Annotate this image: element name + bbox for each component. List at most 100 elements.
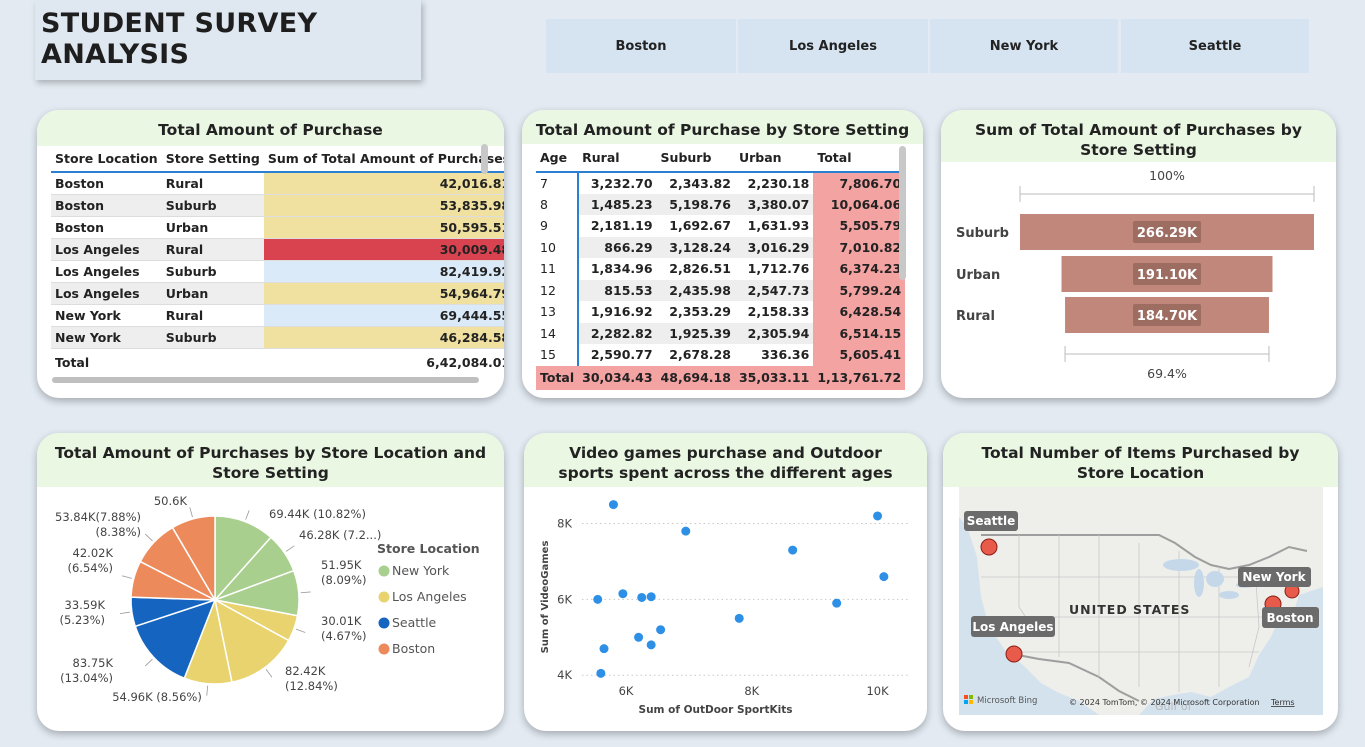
table-row[interactable]: Boston Urban 50,595.51 (51, 216, 504, 238)
map-country-label: UNITED STATES (1069, 602, 1190, 617)
total-value: 1,13,761.72 (813, 365, 906, 390)
scatter-point[interactable] (832, 598, 842, 608)
pie-leader-line (189, 507, 193, 518)
cell-age: 13 (536, 301, 580, 323)
map-terms-link[interactable]: Terms (1270, 698, 1295, 707)
horizontal-scrollbar[interactable] (52, 377, 479, 383)
slicer-new-york[interactable]: New York (930, 19, 1118, 73)
table-row[interactable]: Boston Suburb 53,835.98 (51, 194, 504, 216)
pie-leader-line (300, 591, 311, 594)
table-row[interactable]: 11 1,834.96 2,826.51 1,712.76 6,374.23 (536, 258, 906, 280)
cell-value: 5,198.76 (656, 193, 735, 215)
table-row[interactable]: New York Suburb 46,284.58 (51, 326, 504, 348)
pie-data-label: 30.01K (4.67%) (321, 614, 367, 643)
cell-value: 866.29 (578, 236, 657, 258)
vertical-scrollbar[interactable] (899, 146, 906, 280)
map-marker-los-angeles[interactable] (1005, 645, 1023, 663)
funnel-value-label: 266.29K (1137, 226, 1198, 241)
col-header[interactable]: Sum of Total Amount of Purchases (264, 146, 504, 172)
cell-value: 5,799.24 (813, 279, 906, 301)
pie-leader-line (144, 658, 153, 667)
scatter-point[interactable] (608, 500, 618, 510)
age-matrix: Age Rural Suburb Urban Total 7 3,232.70 2,… (536, 144, 906, 390)
scatter-point[interactable] (618, 589, 628, 599)
pie-leader-line (206, 685, 209, 696)
map-marker-seattle[interactable] (980, 538, 998, 556)
table-row[interactable]: 8 1,485.23 5,198.76 3,380.07 10,064.06 (536, 193, 906, 215)
col-header[interactable]: Rural (578, 144, 656, 172)
col-header[interactable]: Suburb (657, 144, 735, 172)
table-row[interactable]: 15 2,590.77 2,678.28 336.36 5,605.41 (536, 344, 906, 366)
scatter-point[interactable] (599, 644, 609, 654)
scatter-point[interactable] (637, 592, 647, 602)
cell-value: 1,485.23 (578, 193, 657, 215)
table-row[interactable]: New York Rural 69,444.55 (51, 304, 504, 326)
pie-data-label: 82.42K (12.84%) (285, 664, 338, 693)
scatter-point[interactable] (656, 625, 666, 635)
scatter-chart: 8K 6K 4K 6K 8K 10K Sum of OutDoor SportKits Sum… (540, 500, 909, 716)
vertical-scrollbar[interactable] (481, 144, 488, 174)
legend-item[interactable]: Boston (392, 641, 435, 656)
cell-age: 15 (536, 344, 580, 366)
cell-age: 7 (536, 171, 580, 194)
scatter-point[interactable] (734, 613, 744, 623)
table-row[interactable]: 13 1,916.92 2,353.29 2,158.33 6,428.54 (536, 301, 906, 323)
cell-value: 2,181.19 (590, 218, 653, 234)
scatter-point[interactable] (593, 594, 603, 604)
scatter-point[interactable] (879, 572, 889, 582)
col-header[interactable]: Total (813, 144, 905, 172)
table-row[interactable]: Los Angeles Urban 54,964.79 (51, 282, 504, 304)
map-callout-text: New York (1242, 570, 1306, 584)
scatter-point[interactable] (873, 511, 883, 521)
card-map-items: Total Number of Items Purchased by Store… (943, 433, 1338, 731)
cell-store-location: Los Angeles (55, 285, 140, 301)
cell-age: 12 (536, 279, 580, 301)
cell-value: 2,305.94 (734, 322, 814, 344)
purchase-table: Store Location Store Setting Sum of Tota… (51, 146, 504, 371)
cell-value: 7,806.70 (813, 171, 906, 194)
slicer-los-angeles[interactable]: Los Angeles (738, 19, 928, 73)
table-row[interactable]: 10 866.29 3,128.24 3,016.29 7,010.82 (536, 236, 906, 258)
col-header[interactable]: Store Setting (162, 146, 264, 172)
total-value: 48,694.18 (656, 365, 735, 390)
cell-age: 14 (536, 322, 580, 344)
table-row[interactable]: 9 2,181.19 1,692.67 1,631.93 5,505.79 (536, 215, 906, 237)
cell-store-setting: Suburb (165, 329, 217, 345)
scatter-point[interactable] (646, 592, 656, 602)
scatter-point[interactable] (596, 668, 606, 678)
map-view[interactable]: UNITED STATES Gulf of Seattle Los Angele… (959, 487, 1323, 715)
scatter-point[interactable] (634, 632, 644, 642)
table-row[interactable]: 12 815.53 2,435.98 2,547.73 5,799.24 (536, 279, 906, 301)
slicer-boston[interactable]: Boston (546, 19, 736, 73)
col-header[interactable]: Age (536, 144, 578, 172)
pie-data-label: 51.95K (8.09%) (321, 558, 367, 587)
table-row[interactable]: Boston Rural 42,016.81 (51, 172, 504, 194)
cell-store-location: New York (55, 329, 121, 345)
table-row[interactable]: Los Angeles Rural 30,009.48 (51, 238, 504, 260)
cell-value: 5,605.41 (813, 344, 906, 366)
legend-item[interactable]: Los Angeles (392, 589, 467, 604)
table-row[interactable]: 7 3,232.70 2,343.82 2,230.18 7,806.70 (536, 171, 906, 194)
scatter-point[interactable] (788, 545, 798, 555)
scatter-x-tick: 10K (866, 684, 889, 698)
pie-leader-line (245, 510, 250, 520)
card-title: Total Amount of Purchases by Store Locat… (37, 433, 504, 487)
col-header[interactable]: Store Location (51, 146, 162, 172)
cell-value: 5,505.79 (813, 215, 906, 237)
legend-item[interactable]: Seattle (392, 615, 437, 630)
map-callout-text: Boston (1266, 611, 1313, 625)
pie-leader-line (121, 575, 132, 579)
funnel-value-label: 191.10K (1137, 268, 1198, 283)
table-row[interactable]: Los Angeles Suburb 82,419.92 (51, 260, 504, 282)
scatter-point[interactable] (681, 526, 691, 536)
cell-value: 2,547.73 (734, 279, 814, 301)
total-value: 30,034.43 (578, 365, 657, 390)
cell-store-setting: Rural (165, 241, 204, 257)
cell-store-location: Boston (55, 219, 105, 235)
col-header[interactable]: Urban (735, 144, 813, 172)
legend-item[interactable]: New York (392, 563, 450, 578)
slicer-seattle[interactable]: Seattle (1121, 19, 1309, 73)
scatter-point[interactable] (646, 640, 656, 650)
legend-swatch (378, 617, 390, 629)
table-row[interactable]: 14 2,282.82 1,925.39 2,305.94 6,514.15 (536, 322, 906, 344)
